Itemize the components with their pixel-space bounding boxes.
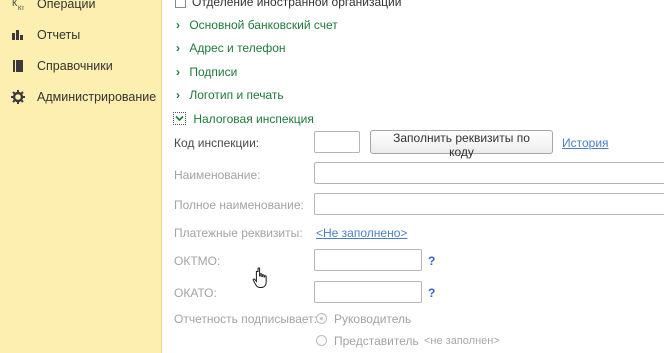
section-signatures[interactable]: › Подписи [176,65,237,79]
section-logo-stamp[interactable]: › Логотип и печать [176,88,284,102]
foreign-org-checkbox[interactable] [175,0,186,8]
inspection-code-label: Код инспекции: [174,136,260,150]
chevron-down-icon [173,112,186,126]
signer-representative-radio[interactable] [316,335,327,346]
oktmo-help-icon[interactable]: ? [428,254,435,268]
payment-details-link[interactable]: <Не заполнено> [316,226,407,240]
full-name-input[interactable] [314,193,664,215]
section-label: Основной банковский счет [189,18,338,32]
sidebar-item-administration[interactable]: Администрирование [0,86,160,108]
bar-chart-icon [11,28,25,42]
sidebar-item-label: Операции [37,0,96,11]
oktmo-input[interactable] [314,249,422,271]
chevron-right-icon: › [176,65,180,79]
section-tax-inspection[interactable]: Налоговая инспекция [173,111,314,126]
sidebar-item-operations[interactable]: К Кт Операции [0,0,160,15]
hand-cursor-icon [252,267,267,288]
operations-icon: К Кт [11,0,25,11]
section-label: Подписи [189,65,238,79]
sidebar-item-label: Справочники [37,59,113,73]
sidebar-item-references[interactable]: Справочники [0,55,160,77]
gear-icon [11,90,25,104]
name-input[interactable] [314,162,664,184]
okato-help-icon[interactable]: ? [428,286,435,300]
representative-not-filled: <не заполнен> [424,335,500,347]
signer-representative-label: Представитель [334,334,419,348]
book-icon [11,59,25,73]
name-label: Наименование: [174,168,261,182]
inspection-code-input[interactable] [314,131,360,153]
chevron-right-icon: › [176,18,180,32]
sidebar-item-label: Администрирование [37,90,157,104]
section-label: Адрес и телефон [189,41,286,55]
section-label: Логотип и печать [189,88,284,102]
svg-text:Кт: Кт [18,6,24,11]
oktmo-label: ОКТМО: [174,254,221,268]
signer-head-radio[interactable] [316,313,327,324]
sidebar: К Кт Операции Отчеты Справочники Админист… [0,0,162,353]
history-link[interactable]: История [562,136,609,150]
fill-by-code-button[interactable]: Заполнить реквизиты по коду [370,130,553,159]
section-label: Налоговая инспекция [193,111,314,126]
foreign-org-label: Отделение иностранной организации [192,0,402,9]
section-bank-account[interactable]: › Основной банковский счет [176,18,338,32]
chevron-right-icon: › [176,88,180,102]
signer-label: Отчетность подписывает: [174,312,317,326]
payment-details-label: Платежные реквизиты: [174,226,303,240]
main-form: Отделение иностранной организации › Осно… [162,0,664,353]
full-name-label: Полное наименование: [174,198,304,212]
section-address-phone[interactable]: › Адрес и телефон [176,41,286,55]
signer-head-label: Руководитель [334,312,412,326]
chevron-right-icon: › [176,41,180,55]
sidebar-item-label: Отчеты [37,28,81,42]
okato-label: ОКАТО: [174,286,217,300]
okato-input[interactable] [314,281,422,303]
sidebar-item-reports[interactable]: Отчеты [0,24,160,46]
